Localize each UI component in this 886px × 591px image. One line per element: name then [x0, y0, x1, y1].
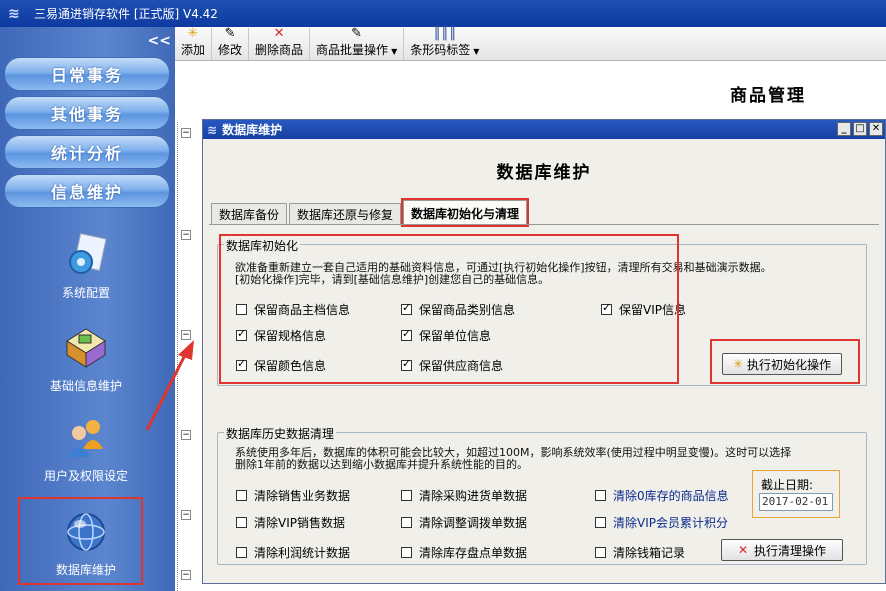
checkbox-box[interactable] [595, 547, 606, 558]
clear-cashbox-checkbox[interactable]: 清除钱箱记录 [595, 544, 685, 561]
checkbox-box[interactable] [401, 301, 412, 315]
dialog-title: 数据库维护 [222, 123, 283, 137]
checkbox-box[interactable] [236, 357, 247, 371]
checkbox-box[interactable] [601, 301, 612, 315]
keep-spec-checkbox[interactable]: 保留规格信息 [236, 327, 326, 344]
tab-backup[interactable]: 数据库备份 [211, 203, 288, 225]
checkbox-box[interactable] [401, 357, 412, 371]
tab-divider [209, 224, 879, 225]
cutoff-date-input[interactable]: 2017-02-01 [759, 493, 833, 511]
checkbox-box[interactable] [401, 490, 412, 501]
checkbox-box[interactable] [401, 327, 412, 341]
checkbox-box[interactable] [236, 517, 247, 528]
checkbox-box[interactable] [595, 517, 606, 528]
cutoff-date-label: 截止日期: [761, 478, 814, 492]
clear-icon: ✕ [737, 543, 749, 557]
execute-cleanup-button[interactable]: ✕ 执行清理操作 [721, 539, 843, 561]
tab-restore-repair[interactable]: 数据库还原与修复 [289, 203, 402, 225]
checkbox-box[interactable] [401, 517, 412, 528]
tab-init-cleanup[interactable]: 数据库初始化与清理 [401, 198, 530, 227]
execute-init-button[interactable]: ✳ 执行初始化操作 [722, 353, 842, 375]
database-maintenance-dialog: ≋ 数据库维护 _ □ ✕ 数据库维护 数据库备份 数据库还原与修复 数据库初始… [202, 119, 886, 584]
cutoff-date-panel: 截止日期: 2017-02-01 [752, 470, 840, 518]
keep-vip-checkbox[interactable]: 保留VIP信息 [601, 301, 686, 318]
group-title: 数据库历史数据清理 [224, 425, 337, 442]
clear-vip-points-checkbox[interactable]: 清除VIP会员累计积分 [595, 514, 728, 531]
checkbox-box[interactable] [236, 547, 247, 558]
minimize-button[interactable]: _ [837, 122, 851, 136]
maximize-button[interactable]: □ [853, 122, 867, 136]
keep-product-master-checkbox[interactable]: 保留商品主档信息 [236, 301, 350, 318]
checkbox-box[interactable] [595, 490, 606, 501]
group-title: 数据库初始化 [224, 237, 301, 254]
dialog-logo-icon: ≋ [207, 122, 218, 137]
checkbox-box[interactable] [236, 490, 247, 501]
checkbox-box[interactable] [236, 327, 247, 341]
keep-unit-checkbox[interactable]: 保留单位信息 [401, 327, 491, 344]
init-description: 欲准备重新建立一套自己适用的基础资料信息，可通过[执行初始化操作]按钮，清理所有… [235, 261, 772, 286]
keep-color-checkbox[interactable]: 保留颜色信息 [236, 357, 326, 374]
checkbox-box[interactable] [236, 304, 247, 315]
tab-bar: 数据库备份 数据库还原与修复 数据库初始化与清理 [211, 198, 530, 227]
dialog-titlebar: ≋ 数据库维护 _ □ ✕ [203, 120, 885, 139]
clear-profit-checkbox[interactable]: 清除利润统计数据 [236, 544, 350, 561]
clear-purchase-checkbox[interactable]: 清除采购进货单数据 [401, 487, 527, 504]
clear-transfer-checkbox[interactable]: 清除调整调拨单数据 [401, 514, 527, 531]
close-button[interactable]: ✕ [869, 122, 883, 136]
clear-sales-checkbox[interactable]: 清除销售业务数据 [236, 487, 350, 504]
keep-category-checkbox[interactable]: 保留商品类别信息 [401, 301, 515, 318]
init-icon: ✳ [732, 357, 744, 371]
clear-inventory-count-checkbox[interactable]: 清除库存盘点单数据 [401, 544, 527, 561]
checkbox-box[interactable] [401, 547, 412, 558]
keep-supplier-checkbox[interactable]: 保留供应商信息 [401, 357, 503, 374]
clear-zero-stock-checkbox[interactable]: 清除0库存的商品信息 [595, 487, 729, 504]
cleanup-description: 系统使用多年后，数据库的体积可能会比较大，如超过100M，影响系统效率(使用过程… [235, 446, 792, 471]
dialog-heading: 数据库维护 [496, 163, 592, 183]
clear-vip-sales-checkbox[interactable]: 清除VIP销售数据 [236, 514, 345, 531]
